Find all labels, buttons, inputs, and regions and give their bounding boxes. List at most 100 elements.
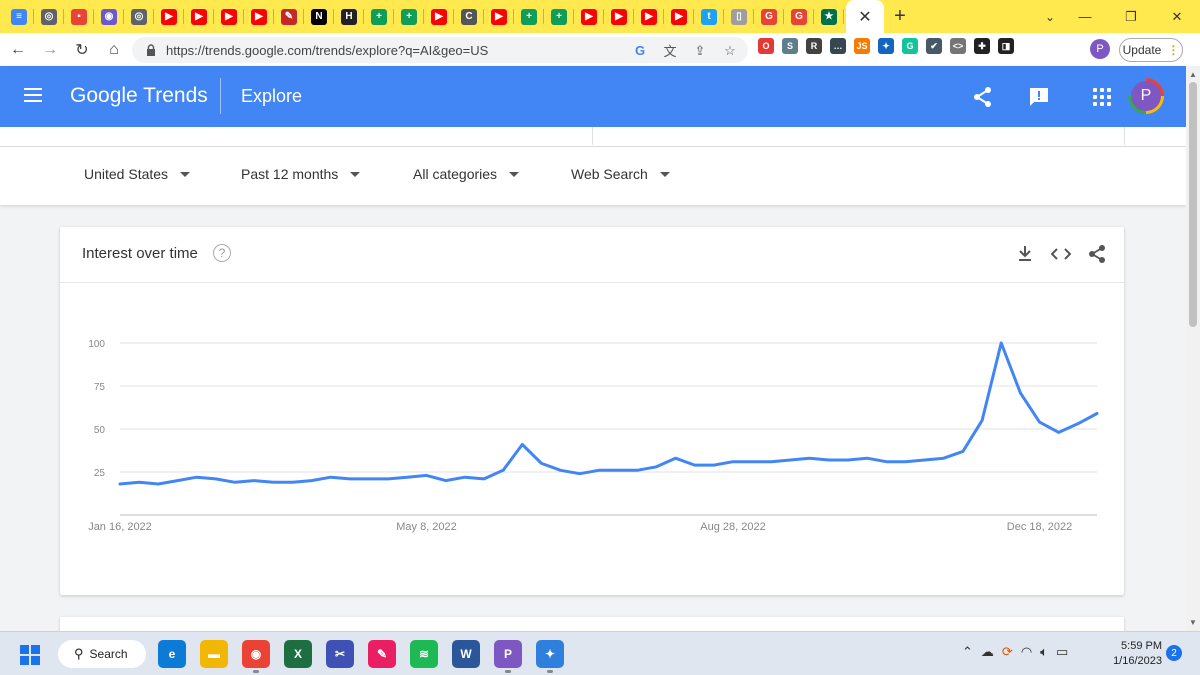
js-icon[interactable]: JS <box>854 38 870 54</box>
browser-tab[interactable]: ▶ <box>424 0 454 33</box>
translate-icon[interactable]: 文 <box>660 41 680 60</box>
browser-tab[interactable]: ◎ <box>124 0 154 33</box>
browser-tab[interactable]: ▶ <box>184 0 214 33</box>
browser-tab[interactable]: G <box>784 0 814 33</box>
update-button[interactable]: Update ⋮ <box>1119 38 1183 62</box>
word-icon[interactable]: W <box>452 640 480 668</box>
battery-icon[interactable]: ▭ <box>1056 644 1068 660</box>
browser-tab[interactable]: ▶ <box>484 0 514 33</box>
browser-tab[interactable]: C <box>454 0 484 33</box>
opera-icon[interactable]: O <box>758 38 774 54</box>
search-type-dropdown[interactable]: Web Search <box>571 166 670 182</box>
forward-arrow-icon[interactable]: → <box>36 36 64 64</box>
browser-tab[interactable]: + <box>544 0 574 33</box>
browser-tab[interactable]: ▶ <box>574 0 604 33</box>
region-dropdown[interactable]: United States <box>84 166 191 182</box>
x-tick-label: Aug 28, 2022 <box>700 521 765 533</box>
skype-icon[interactable]: S <box>782 38 798 54</box>
close-window-icon[interactable]: ✕ <box>1154 0 1200 33</box>
address-bar[interactable]: https://trends.google.com/trends/explore… <box>132 37 748 63</box>
sheets-icon: + <box>551 8 567 25</box>
active-tab[interactable]: ✕ <box>846 0 884 33</box>
clock[interactable]: 5:59 PM 1/16/2023 <box>1106 639 1162 669</box>
profile-avatar-small[interactable]: P <box>1090 39 1110 59</box>
share-page-icon[interactable]: ⇪ <box>690 43 710 59</box>
reload-icon[interactable]: ↻ <box>68 36 96 64</box>
browser-tab[interactable]: ≡ <box>4 0 34 33</box>
browser-tab[interactable]: N <box>304 0 334 33</box>
sync-icon[interactable]: ⟳ <box>1002 644 1013 660</box>
browser-tab[interactable]: ▶ <box>214 0 244 33</box>
browser-tab[interactable]: ◉ <box>94 0 124 33</box>
snipping-icon[interactable]: ✂ <box>326 640 354 668</box>
browser-tab[interactable]: + <box>364 0 394 33</box>
minimize-icon[interactable]: — <box>1062 0 1108 33</box>
account-avatar[interactable]: P <box>1128 78 1164 114</box>
chrome-icon[interactable]: ◉ <box>242 640 270 673</box>
browser-tab[interactable]: ▶ <box>604 0 634 33</box>
google-apps-icon[interactable] <box>1093 88 1111 106</box>
browser-tab[interactable]: ★ <box>814 0 844 33</box>
chrome-profile-icon[interactable]: P <box>494 640 522 673</box>
home-icon[interactable]: ⌂ <box>100 36 128 64</box>
windows-start-icon[interactable] <box>20 645 40 665</box>
file-explorer-icon[interactable]: ▬ <box>200 640 228 668</box>
bookmark-star-icon[interactable]: ☆ <box>720 43 740 59</box>
category-dropdown[interactable]: All categories <box>413 166 520 182</box>
page-scrollbar[interactable]: ▲ ▼ <box>1186 66 1200 631</box>
paint-icon[interactable]: ✎ <box>368 640 396 668</box>
notification-badge[interactable]: 2 <box>1166 645 1182 661</box>
browser-tab[interactable]: ◎ <box>34 0 64 33</box>
browser-tab[interactable]: H <box>334 0 364 33</box>
taskbar-search[interactable]: ⚲ Search <box>58 640 146 668</box>
feedback-icon[interactable] <box>1028 86 1050 108</box>
scroll-down-icon[interactable]: ▼ <box>1189 618 1197 627</box>
region-label: United States <box>84 166 169 182</box>
onedrive-icon[interactable]: ☁ <box>981 644 994 660</box>
reader-icon[interactable]: R <box>806 38 822 54</box>
browser-tab[interactable]: ▶ <box>244 0 274 33</box>
browser-tab[interactable]: ▶ <box>154 0 184 33</box>
tray-chevron-icon[interactable]: ⌃ <box>962 644 973 660</box>
browser-tab[interactable]: + <box>394 0 424 33</box>
browser-tab[interactable]: ▶ <box>634 0 664 33</box>
check-extension-icon[interactable]: ✔ <box>926 38 942 54</box>
spotify-icon[interactable]: ≋ <box>410 640 438 668</box>
browser-tab[interactable]: G <box>754 0 784 33</box>
browser-tab[interactable]: ▯ <box>724 0 754 33</box>
card-share-icon[interactable] <box>1086 243 1108 265</box>
tab-search-chevron-icon[interactable]: ⌄ <box>1036 0 1064 33</box>
time-range-dropdown[interactable]: Past 12 months <box>241 166 361 182</box>
dots-extension-icon[interactable]: … <box>830 38 846 54</box>
browser-tab[interactable]: ▪ <box>64 0 94 33</box>
excel-icon[interactable]: X <box>284 640 312 668</box>
wifi-icon[interactable]: ◠ <box>1021 644 1032 660</box>
scroll-up-icon[interactable]: ▲ <box>1189 70 1197 79</box>
browser-tab[interactable]: ▶ <box>664 0 694 33</box>
grammarly-icon[interactable]: G <box>902 38 918 54</box>
browser-tab[interactable]: ✎ <box>274 0 304 33</box>
embed-code-icon[interactable] <box>1050 243 1072 265</box>
google-g-icon[interactable]: G <box>630 43 650 58</box>
help-icon[interactable]: ? <box>213 244 231 262</box>
share-icon[interactable] <box>972 86 994 108</box>
sidepanel-icon[interactable]: ◨ <box>998 38 1014 54</box>
google-icon: G <box>791 8 807 25</box>
restore-icon[interactable]: ❐ <box>1108 0 1154 33</box>
volume-icon[interactable]: 🔈︎ <box>1040 644 1048 660</box>
browser-tab[interactable]: + <box>514 0 544 33</box>
edge-icon[interactable]: e <box>158 640 186 668</box>
series-line[interactable] <box>118 341 1099 486</box>
back-arrow-icon[interactable]: ← <box>4 36 32 64</box>
teams-icon[interactable]: ✦ <box>536 640 564 673</box>
star-extension-icon[interactable]: ✦ <box>878 38 894 54</box>
close-tab-icon[interactable]: ✕ <box>858 7 871 27</box>
download-icon[interactable] <box>1014 243 1036 265</box>
code-extension-icon[interactable]: <> <box>950 38 966 54</box>
hamburger-menu-icon[interactable] <box>24 88 42 102</box>
puzzle-icon[interactable]: ✚ <box>974 38 990 54</box>
google-trends-logo[interactable]: Google Trends <box>70 84 208 108</box>
new-tab-icon[interactable]: + <box>884 0 916 33</box>
browser-tab[interactable]: t <box>694 0 724 33</box>
scroll-thumb[interactable] <box>1189 82 1197 327</box>
